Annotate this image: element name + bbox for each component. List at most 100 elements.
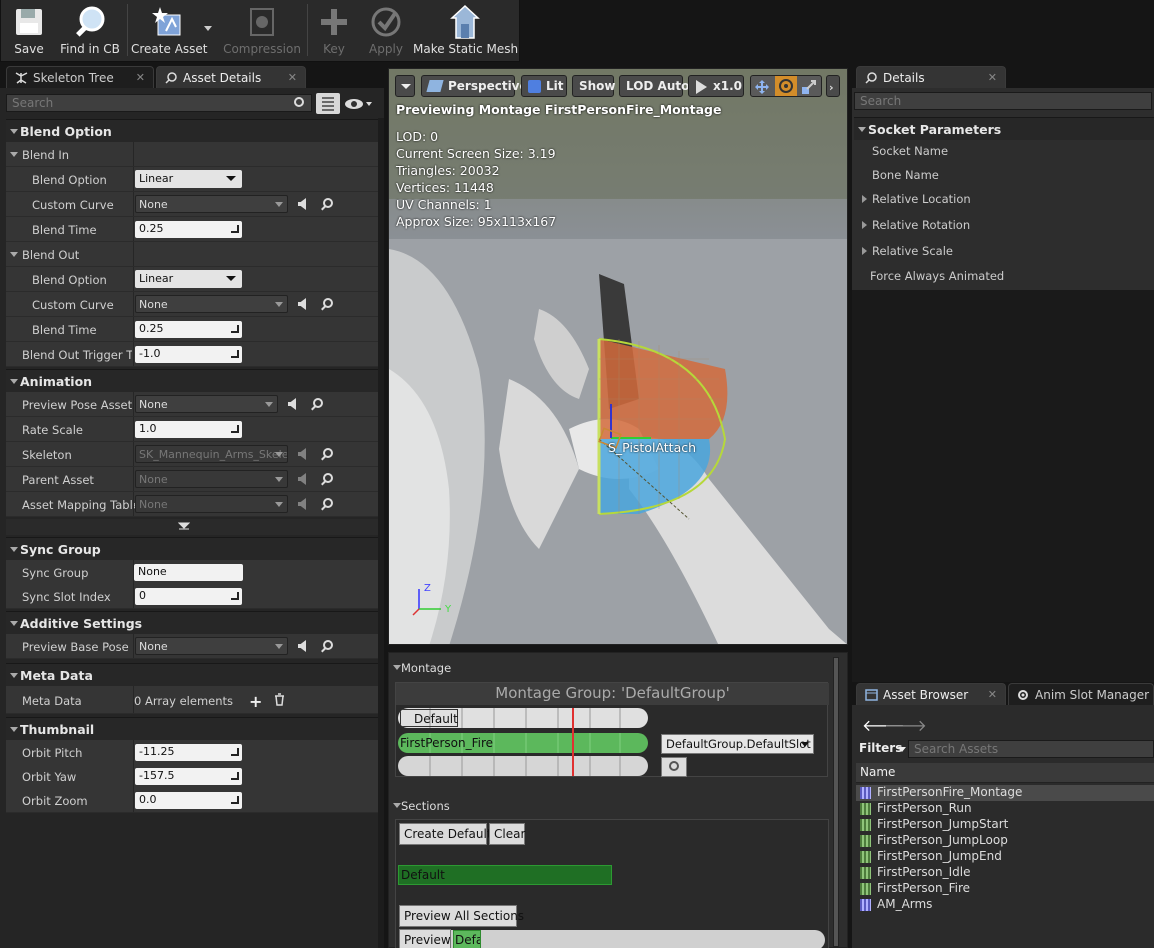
clear-button[interactable]: Clear xyxy=(489,823,525,845)
viewport-options-button[interactable] xyxy=(395,75,415,97)
preview-section-segment[interactable]: Defa xyxy=(453,930,481,948)
asset-item[interactable]: AM_Arms xyxy=(860,897,932,913)
orbit-yaw-field[interactable]: -157.5 xyxy=(135,768,242,785)
filters-button[interactable]: Filters xyxy=(856,740,906,758)
preview-pose-combo[interactable]: None xyxy=(135,395,278,413)
sync-slot-field[interactable]: 0 xyxy=(135,588,242,605)
asset-item[interactable]: FirstPerson_JumpStart xyxy=(860,817,1008,833)
montage-section-header[interactable]: Montage xyxy=(392,661,451,675)
blend-out-option-dropdown[interactable]: Linear xyxy=(135,270,242,288)
montage-scrollbar[interactable] xyxy=(833,657,839,947)
preview-button[interactable]: Preview xyxy=(399,929,451,948)
browse-magnifier-icon[interactable] xyxy=(323,298,333,308)
sync-group-field[interactable]: None xyxy=(134,564,243,581)
empty-slot-track[interactable] xyxy=(398,756,648,776)
browse-magnifier-icon[interactable] xyxy=(323,448,333,458)
relative-scale-row[interactable]: Relative Scale xyxy=(856,244,1152,262)
tab-anim-slot-manager[interactable]: Anim Slot Manager xyxy=(1008,683,1154,705)
blend-in-curve-combo[interactable]: None xyxy=(135,195,288,213)
key-button[interactable]: Key xyxy=(311,0,357,60)
relative-rotation-row[interactable]: Relative Rotation xyxy=(856,218,1152,236)
blend-out-row[interactable]: Blend Out xyxy=(6,242,378,267)
relative-location-row[interactable]: Relative Location xyxy=(856,192,1152,210)
name-column-header[interactable]: Name xyxy=(856,763,1154,783)
compression-button[interactable]: Compression xyxy=(223,0,301,60)
blend-out-curve-combo[interactable]: None xyxy=(135,295,288,313)
create-asset-dropdown-icon[interactable] xyxy=(204,26,212,31)
asset-item[interactable]: FirstPersonFire_Montage xyxy=(860,785,1022,801)
browse-magnifier-icon[interactable] xyxy=(323,498,333,508)
asset-item[interactable]: FirstPerson_Run xyxy=(860,801,972,817)
playhead-marker[interactable] xyxy=(572,708,574,776)
tab-asset-browser[interactable]: Asset Browser ✕ xyxy=(856,683,1006,705)
preview-viewport[interactable]: Z Y S_PistolAttach Perspective Lit Show … xyxy=(388,68,848,645)
category-blend-option[interactable]: Blend Option xyxy=(6,119,378,142)
rotate-tool-active[interactable] xyxy=(775,76,797,96)
asset-details-search-input[interactable]: Search xyxy=(6,94,312,112)
viewport-more-button[interactable]: › xyxy=(826,75,840,97)
show-button[interactable]: Show xyxy=(572,75,616,97)
details-search-input[interactable]: Search xyxy=(854,92,1152,110)
asset-item[interactable]: FirstPerson_Fire xyxy=(860,881,970,897)
default-section-track[interactable]: Default xyxy=(398,708,648,728)
save-button[interactable]: Save xyxy=(3,0,55,60)
apply-button[interactable]: Apply xyxy=(361,0,411,60)
close-icon[interactable]: ✕ xyxy=(288,71,297,84)
lit-button[interactable]: Lit xyxy=(521,75,567,97)
blend-out-time-field[interactable]: 0.25 xyxy=(135,321,242,338)
slot-search-button[interactable] xyxy=(661,757,687,777)
make-static-mesh-button[interactable]: Make Static Mesh xyxy=(413,0,518,60)
translate-icon[interactable] xyxy=(754,79,770,95)
browse-magnifier-icon[interactable] xyxy=(323,640,333,650)
slot-name-dropdown[interactable]: DefaultGroup.DefaultSlot xyxy=(661,734,814,754)
playback-speed-button[interactable]: x1.0 xyxy=(688,75,744,97)
lod-button[interactable]: LOD Auto xyxy=(619,75,689,97)
use-selected-arrow-icon[interactable] xyxy=(298,298,306,310)
blend-out-trigger-field[interactable]: -1.0 xyxy=(135,346,242,363)
close-icon[interactable]: ✕ xyxy=(136,71,145,84)
preview-all-sections-button[interactable]: Preview All Sections xyxy=(399,905,524,927)
use-selected-arrow-icon[interactable] xyxy=(298,198,306,210)
tab-details[interactable]: Details ✕ xyxy=(856,66,1006,88)
sections-header[interactable]: Sections xyxy=(393,799,450,813)
default-section-marker[interactable]: Default xyxy=(400,709,458,727)
add-element-plus-icon[interactable]: + xyxy=(249,692,262,711)
use-selected-arrow-icon[interactable] xyxy=(298,640,306,652)
category-socket-parameters[interactable]: Socket Parameters xyxy=(854,117,1154,140)
visibility-eye-icon[interactable] xyxy=(344,96,374,112)
category-animation[interactable]: Animation xyxy=(6,369,378,392)
blend-in-option-dropdown[interactable]: Linear xyxy=(135,170,242,188)
category-meta-data[interactable]: Meta Data xyxy=(6,663,378,686)
blend-in-time-field[interactable]: 0.25 xyxy=(135,221,242,238)
asset-item[interactable]: FirstPerson_JumpEnd xyxy=(860,849,1002,865)
scale-icon[interactable] xyxy=(801,79,817,95)
forward-arrow-icon[interactable]: 🡒 xyxy=(884,715,927,735)
list-view-icon[interactable] xyxy=(316,93,340,114)
trash-icon[interactable] xyxy=(274,693,285,706)
create-asset-button[interactable]: Create Asset xyxy=(131,0,208,60)
category-sync-group[interactable]: Sync Group xyxy=(6,537,378,560)
orbit-pitch-field[interactable]: -11.25 xyxy=(135,744,242,761)
asset-item[interactable]: FirstPerson_Idle xyxy=(860,865,970,881)
category-additive-settings[interactable]: Additive Settings xyxy=(6,611,378,634)
asset-item[interactable]: FirstPerson_JumpLoop xyxy=(860,833,1008,849)
advanced-expander[interactable] xyxy=(6,519,378,535)
close-icon[interactable]: ✕ xyxy=(988,71,997,84)
perspective-button[interactable]: Perspective xyxy=(421,75,528,97)
browse-magnifier-icon[interactable] xyxy=(313,398,323,408)
default-section-chip[interactable]: Default xyxy=(398,865,612,885)
asset-search-input[interactable]: Search Assets xyxy=(908,740,1154,758)
use-selected-arrow-icon[interactable] xyxy=(288,398,296,410)
orbit-zoom-field[interactable]: 0.0 xyxy=(135,792,242,809)
close-icon[interactable]: ✕ xyxy=(988,688,997,701)
find-in-cb-button[interactable]: Find in CB xyxy=(57,0,123,60)
preview-base-pose-combo[interactable]: None xyxy=(135,637,288,655)
browse-magnifier-icon[interactable] xyxy=(323,473,333,483)
tab-skeleton-tree[interactable]: Skeleton Tree ✕ xyxy=(6,66,154,88)
tab-asset-details[interactable]: Asset Details ✕ xyxy=(156,66,306,88)
anim-segment-track[interactable]: FirstPerson_Fire xyxy=(398,733,648,753)
category-thumbnail[interactable]: Thumbnail xyxy=(6,717,378,740)
create-default-button[interactable]: Create Default xyxy=(399,823,492,845)
blend-in-row[interactable]: Blend In xyxy=(6,142,378,167)
rate-scale-field[interactable]: 1.0 xyxy=(135,421,242,438)
